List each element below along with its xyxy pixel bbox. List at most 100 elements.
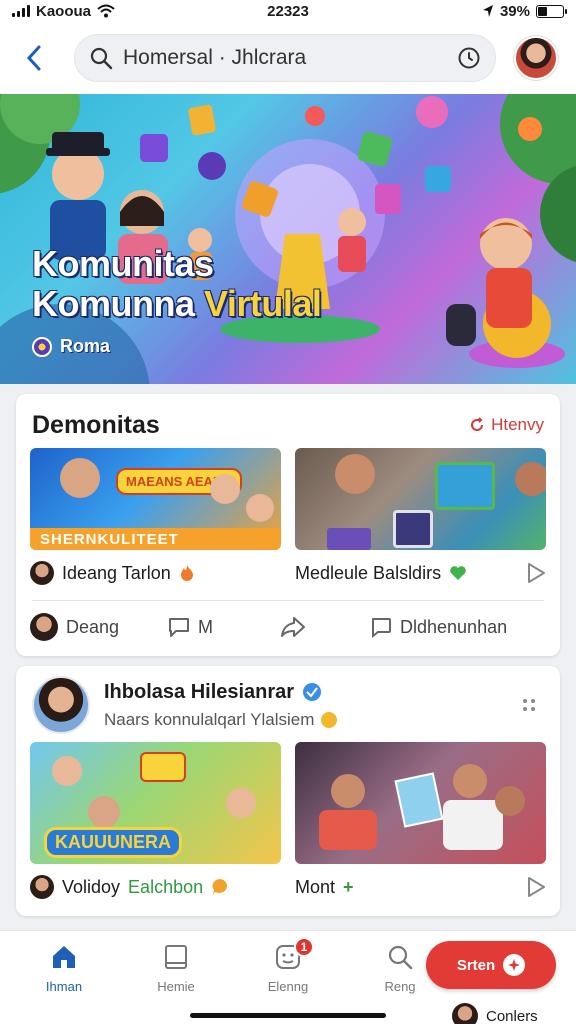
hero-title-line2a: Komunna [32,283,204,324]
discuss-label: Dldhenunhan [400,616,508,637]
nav-messages[interactable]: 1 Elenng [248,937,328,994]
back-button[interactable] [14,38,54,78]
comment-label: M [198,616,213,637]
video-title: Ideang Tarlon [62,562,171,583]
thumbnail-person [453,764,487,798]
nav-label: Reng [384,979,416,994]
more-options-button[interactable] [514,690,544,720]
discuss-button[interactable]: Dldhenunhan [370,616,507,638]
search-input[interactable]: Homersal · Jhlcrara [123,46,447,70]
author-action[interactable]: Deang [30,613,168,641]
chat-icon [371,618,391,638]
featured-more-link[interactable]: Htenvy [469,415,544,435]
post-author-name: Ihbolasa Hilesianrar [104,680,295,703]
post-header: Ihbolasa Hilesianrar Naars konnulalqarl … [16,666,560,736]
hero-banner[interactable]: Komunitas Komunna Virtulal Roma [0,94,576,384]
video-thumbnail[interactable]: KAUUUNERA [30,742,281,864]
battery-percent: 39% [499,2,530,20]
thumbnail-sign [140,752,186,782]
play-icon[interactable] [526,562,546,584]
user-avatar [452,1003,478,1024]
featured-meta: Ideang Tarlon Medleule Balsldirs [16,560,560,586]
more-dots-icon [523,699,535,711]
thumbnail-screen [435,462,495,510]
author-label: Deang [66,616,120,637]
post-thumbnails: KAUUUNERA [16,742,560,864]
thumbnail-tablet [393,510,433,548]
video-thumbnail[interactable] [295,742,546,864]
video-title: Volidoy [62,876,121,897]
clock-icon[interactable] [457,46,481,70]
video-title: Mont [295,876,336,897]
hero-title: Komunitas Komunna Virtulal [32,243,322,324]
video-meta[interactable]: Volidoy Ealchbon [30,875,281,899]
refresh-icon [471,417,484,431]
thumbnail-person [495,786,525,816]
profile-avatar[interactable] [514,36,558,80]
nav-label: Ihman [45,979,83,994]
search-icon [388,945,413,970]
video-tag: Ealchbon [128,876,204,897]
nav-home[interactable]: Ihman [24,943,104,994]
carrier-label: Kaooua [36,2,92,20]
video-title: Medleule Balsldirs [295,562,442,583]
hero-badge-label: Roma [60,336,111,356]
clock: 22323 [267,2,309,20]
author-avatar [30,561,54,585]
featured-card-header: Demonitas Htenvy [16,394,560,444]
featured-title: Demonitas [32,410,160,439]
author-avatar [30,875,54,899]
start-button[interactable]: Srten [426,941,556,989]
battery-icon [536,4,567,18]
hero-title-accent: Virtulal [204,283,322,324]
top-header: Homersal · Jhlcrara [0,22,576,94]
video-tag: + [343,876,354,897]
notification-badge: 1 [294,937,314,957]
post-avatar[interactable] [32,676,90,734]
video-thumbnail[interactable]: MAEANS AEANA SHERNKULITEET [30,448,281,550]
thumbnail-board [394,772,444,828]
nav-label: Elenng [267,979,309,994]
signal-icon [12,5,30,17]
bottom-navigation: Ihman Hemie 1 Elenng Reng Srten Conlers [0,930,576,1024]
book-icon [165,945,187,969]
post-subtitle: Naars konnulalqarl Ylalsiem [104,710,514,730]
share-button[interactable] [280,616,370,638]
video-meta[interactable]: Medleule Balsldirs [295,562,546,584]
sparkle-icon [503,954,526,976]
video-meta[interactable]: Mont + [295,876,546,898]
featured-card: Demonitas Htenvy MAEANS AEANA SHERNKULIT… [16,394,560,656]
thumbnail-person [52,756,82,786]
post-author[interactable]: Ihbolasa Hilesianrar [104,681,514,704]
post-card: Ihbolasa Hilesianrar Naars konnulalqarl … [16,666,560,916]
search-bar[interactable]: Homersal · Jhlcrara [74,34,496,82]
nav-label: Hemie [157,979,195,994]
home-icon [53,946,75,968]
search-icon [90,47,113,70]
thumbnail-person [331,774,365,808]
comment-icon [169,618,189,637]
hero-badge[interactable]: Roma [32,336,110,357]
thumbnail-laptop [327,528,371,550]
post-subtitle-text: Naars konnulalqarl Ylalsiem [104,709,315,729]
wifi-icon [97,4,115,18]
featured-actions: Deang M Dldhenunhan [16,601,560,653]
star-icon [321,711,338,728]
footer-user[interactable]: Conlers [452,1003,538,1024]
thumbnail-shirt [443,800,503,850]
video-thumbnail[interactable] [295,448,546,550]
thumbnail-person [60,458,100,498]
thumbnail-shirt [319,810,377,850]
status-right: 39% [364,2,567,20]
hero-title-line1: Komunitas [32,243,214,284]
featured-thumbnails: MAEANS AEANA SHERNKULITEET [16,448,560,550]
comment-button[interactable]: M [168,616,280,638]
thumbnail-person [210,474,240,504]
chevron-left-icon [26,45,41,71]
play-icon[interactable] [526,876,546,898]
location-icon [482,5,493,17]
verified-icon [303,683,322,701]
nav-library[interactable]: Hemie [136,943,216,994]
chat-bubble-icon [212,879,228,895]
video-meta[interactable]: Ideang Tarlon [30,561,281,585]
